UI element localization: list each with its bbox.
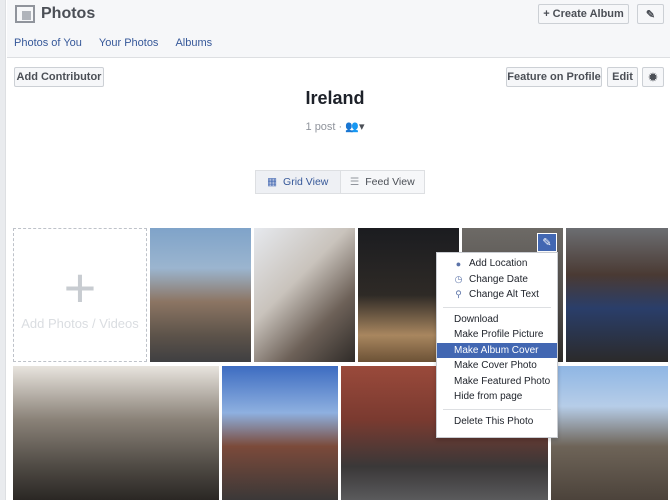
photo-options-menu: ● Add Location ◷ Change Date ⚲ Change Alt T… [436,252,558,438]
menu-label: Make Profile Picture [454,329,544,341]
photo-tile[interactable] [150,228,251,362]
grid-label: Grid View [283,176,329,188]
add-photos-label: Add Photos / Videos [21,315,139,331]
menu-divider [443,408,551,410]
photo-tile[interactable] [222,366,338,500]
title-text: Photos [41,5,96,22]
menu-item-add-location[interactable]: ● Add Location [437,256,557,272]
add-photos-tile[interactable]: + Add Photos / Videos [13,228,147,362]
photo-tile[interactable] [566,228,668,362]
photo-tile[interactable] [13,366,219,500]
menu-item-make-album-cover[interactable]: Make Album Cover [437,342,557,358]
location-pin-icon: ● [455,258,462,269]
grid-icon: ▦ [267,176,278,188]
feed-view-button[interactable]: ☰ Feed View [341,171,425,193]
list-icon: ☰ [349,176,360,188]
menu-item-delete-photo[interactable]: Delete This Photo [437,414,557,430]
menu-label: Delete This Photo [454,415,534,427]
search-icon: ⚲ [455,289,462,300]
menu-item-change-date[interactable]: ◷ Change Date [437,272,557,288]
menu-item-hide-from-page[interactable]: Hide from page [437,389,557,405]
edit-photos-button[interactable]: ✎ [637,4,664,24]
friends-icon[interactable]: 👥▾ [345,121,364,133]
menu-divider [443,306,551,308]
pencil-icon: ✎ [542,237,552,249]
post-count: 1 post · [305,121,343,133]
grid-view-button[interactable]: ▦ Grid View [256,171,341,193]
feed-label: Feed View [365,176,415,188]
photo-edit-button[interactable]: ✎ [537,233,557,252]
menu-item-make-cover-photo[interactable]: Make Cover Photo [437,358,557,374]
menu-label: Download [454,313,499,325]
tab-albums[interactable]: Albums [175,37,212,49]
menu-label: Make Cover Photo [454,360,537,372]
page-title: Photos [15,5,95,23]
menu-item-download[interactable]: Download [437,312,557,328]
album-meta: 1 post · 👥▾ [0,120,670,133]
menu-label: Change Date [469,273,528,285]
plus-icon: + [63,255,97,319]
menu-item-change-alt-text[interactable]: ⚲ Change Alt Text [437,287,557,303]
album-title: Ireland [305,88,365,108]
menu-item-make-profile-picture[interactable]: Make Profile Picture [437,327,557,343]
photo-tile[interactable] [551,366,668,500]
menu-label: Add Location [469,258,528,270]
create-album-button[interactable]: + Create Album [538,4,629,24]
add-contributor-button[interactable]: Add Contributor [14,67,104,87]
tab-your-photos[interactable]: Your Photos [99,37,159,49]
gear-icon: ✹ [648,71,658,84]
edit-album-button[interactable]: Edit [607,67,638,87]
menu-label: Change Alt Text [469,289,539,301]
menu-label: Hide from page [454,391,523,403]
tab-photos-of-you[interactable]: Photos of You [14,37,82,49]
menu-item-make-featured-photo[interactable]: Make Featured Photo [437,374,557,390]
settings-button[interactable]: ✹ [642,67,664,87]
menu-label: Make Album Cover [454,344,539,356]
feature-on-profile-button[interactable]: Feature on Profile [506,67,602,87]
view-toggle: ▦ Grid View ☰ Feed View [255,170,425,194]
clock-icon: ◷ [454,273,463,284]
photo-tile[interactable] [254,228,355,362]
photos-icon [15,5,35,23]
menu-label: Make Featured Photo [454,375,551,387]
pencil-icon: ✎ [645,8,656,21]
left-border [0,0,6,500]
